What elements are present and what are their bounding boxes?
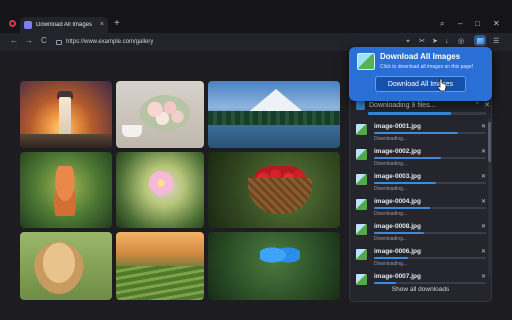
image-file-icon xyxy=(356,124,367,135)
download-all-images-button[interactable]: Download All Images xyxy=(375,76,466,92)
cancel-download-icon[interactable]: ✕ xyxy=(481,198,486,205)
cancel-download-icon[interactable]: ✕ xyxy=(481,273,486,280)
download-filename[interactable]: image-0004.jpg xyxy=(374,198,421,205)
download-progress-fill xyxy=(374,232,425,234)
image-file-icon xyxy=(356,249,367,260)
maximize-button[interactable]: □ xyxy=(475,19,480,29)
download-progress-bar xyxy=(374,157,486,159)
send-icon[interactable]: ➤ xyxy=(432,37,438,46)
download-progress-bar xyxy=(374,182,486,184)
reload-button[interactable]: C xyxy=(41,36,47,46)
image-download-icon xyxy=(357,53,375,70)
download-filename[interactable]: image-0006.jpg xyxy=(374,248,421,255)
forward-button[interactable]: → xyxy=(25,36,33,46)
menu-icon[interactable]: ☰ xyxy=(493,37,499,46)
download-progress-fill xyxy=(374,157,442,159)
download-progress-fill xyxy=(374,182,436,184)
cancel-download-icon[interactable]: ✕ xyxy=(481,123,486,130)
screenshot-icon[interactable]: ⌖ xyxy=(406,37,410,46)
cancel-download-icon[interactable]: ✕ xyxy=(481,173,486,180)
download-filename[interactable]: image-0008.jpg xyxy=(374,223,421,230)
download-progress-fill xyxy=(374,207,430,209)
overall-progress-bar xyxy=(368,112,486,115)
popup-subtitle: Click to download all images on this pag… xyxy=(380,64,474,70)
tab-title: Download All Images xyxy=(36,22,93,28)
gallery-image-roses[interactable] xyxy=(116,81,204,148)
tab-search-icon[interactable]: ⌕ xyxy=(440,19,444,29)
download-progress-fill xyxy=(374,132,458,134)
download-filename[interactable]: image-0001.jpg xyxy=(374,123,421,130)
gallery-image-mountain[interactable] xyxy=(208,81,340,148)
download-status: Downloading... xyxy=(374,136,408,142)
gallery-image-fox[interactable] xyxy=(20,152,112,228)
browser-window: Download All Images × + ⌕ – □ ✕ ← → C ht… xyxy=(0,0,512,320)
gallery-image-lighthouse[interactable] xyxy=(20,81,112,148)
image-file-icon xyxy=(356,224,367,235)
download-item[interactable]: image-0006.jpg ✕ Downloading... xyxy=(354,246,488,270)
gallery-image-strawberries[interactable] xyxy=(208,152,340,228)
download-progress-bar xyxy=(374,207,486,209)
download-item[interactable]: image-0008.jpg ✕ Downloading... xyxy=(354,221,488,245)
download-filename[interactable]: image-0003.jpg xyxy=(374,173,421,180)
browser-logo-icon[interactable] xyxy=(9,20,16,27)
popup-title: Download All Images xyxy=(380,52,461,61)
download-folder-icon xyxy=(356,100,365,110)
address-bar[interactable]: https://www.example.com/gallery xyxy=(56,36,386,47)
downloads-close-icon[interactable]: ✕ xyxy=(484,101,490,109)
download-progress-bar xyxy=(374,132,486,134)
downloads-header-text: Downloading 9 files... xyxy=(369,101,436,109)
download-status: Downloading... xyxy=(374,211,408,217)
download-icon[interactable]: ↓ xyxy=(445,37,449,46)
vpn-icon[interactable]: ◎ xyxy=(458,37,464,46)
cancel-download-icon[interactable]: ✕ xyxy=(481,248,486,255)
gallery-image-flower[interactable] xyxy=(116,152,204,228)
lock-icon xyxy=(56,40,62,45)
image-file-icon xyxy=(356,274,367,285)
gallery-image-terraces[interactable] xyxy=(116,232,204,300)
mouse-pointer-icon xyxy=(437,78,447,92)
back-button[interactable]: ← xyxy=(10,36,18,46)
download-progress-bar xyxy=(374,232,486,234)
download-progress-fill xyxy=(374,257,408,259)
cancel-download-icon[interactable]: ✕ xyxy=(481,223,486,230)
download-status: Downloading... xyxy=(374,261,408,267)
close-window-button[interactable]: ✕ xyxy=(493,19,500,29)
image-file-icon xyxy=(356,199,367,210)
tab-close-icon[interactable]: × xyxy=(100,21,104,29)
minimize-button[interactable]: – xyxy=(458,19,462,29)
download-status: Downloading... xyxy=(374,186,408,192)
download-progress-bar xyxy=(374,282,486,284)
tab-download-all-images[interactable]: Download All Images × xyxy=(20,17,108,33)
new-tab-button[interactable]: + xyxy=(114,18,120,30)
downloads-scrollbar[interactable] xyxy=(488,118,491,278)
crop-icon[interactable]: ✂ xyxy=(419,37,425,46)
image-file-icon xyxy=(356,174,367,185)
downloads-collapse-icon[interactable]: ⌃ xyxy=(474,101,480,109)
image-gallery-icon xyxy=(476,37,484,44)
download-status: Downloading... xyxy=(374,161,408,167)
gallery-image-puppy[interactable] xyxy=(20,232,112,300)
download-progress-bar xyxy=(374,257,486,259)
tab-favicon-icon xyxy=(24,21,32,29)
address-url[interactable]: https://www.example.com/gallery xyxy=(66,39,153,45)
extension-popup: Download All Images Click to download al… xyxy=(349,47,492,101)
download-item[interactable]: image-0003.jpg ✕ Downloading... xyxy=(354,171,488,195)
extension-download-images-button[interactable] xyxy=(474,35,486,46)
download-item[interactable]: image-0004.jpg ✕ Downloading... xyxy=(354,196,488,220)
download-filename[interactable]: image-0007.jpg xyxy=(374,273,421,280)
scrollbar-thumb[interactable] xyxy=(488,122,491,162)
gallery-image-butterfly[interactable] xyxy=(208,232,340,300)
download-filename[interactable]: image-0002.jpg xyxy=(374,148,421,155)
download-status: Downloading... xyxy=(374,236,408,242)
download-item[interactable]: image-0001.jpg ✕ Downloading... xyxy=(354,121,488,145)
image-file-icon xyxy=(356,149,367,160)
overall-progress-fill xyxy=(368,112,451,115)
cancel-download-icon[interactable]: ✕ xyxy=(481,148,486,155)
show-all-downloads-link[interactable]: Show all downloads xyxy=(349,286,492,293)
download-progress-fill xyxy=(374,282,397,284)
download-item[interactable]: image-0002.jpg ✕ Downloading... xyxy=(354,146,488,170)
